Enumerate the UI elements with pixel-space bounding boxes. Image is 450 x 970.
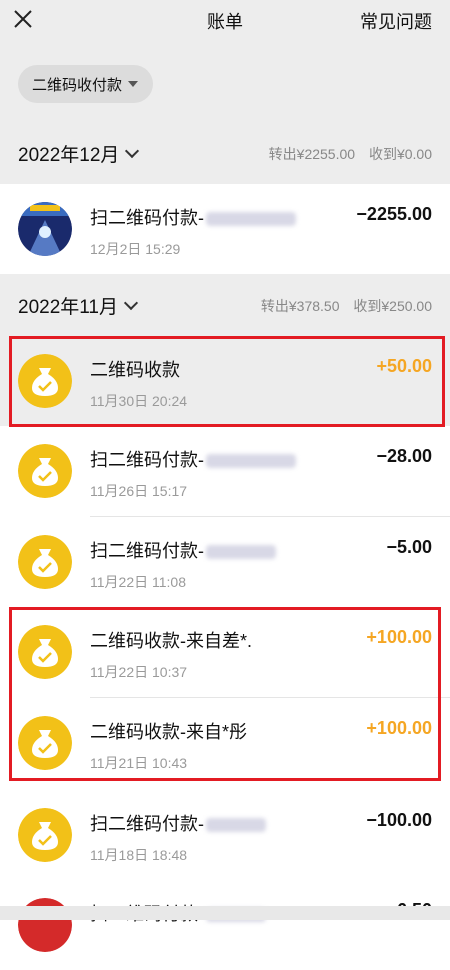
transaction-time: 11月26日 15:17 (90, 483, 188, 499)
transaction-time: 11月18日 18:48 (90, 847, 188, 863)
transaction-row[interactable]: 扫二维码付款- 11月18日 18:48 −100.00 (0, 790, 450, 880)
month-out: 转出¥378.50 (260, 298, 340, 314)
month-in: 收到¥0.00 (368, 146, 432, 162)
month-label: 2022年12月 (18, 145, 120, 166)
faq-link[interactable]: 常见问题 (360, 8, 432, 34)
transaction-row[interactable]: 扫二维码付款- 11月26日 15:17 −28.00 (0, 426, 450, 516)
filter-dropdown[interactable]: 二维码收付款 (18, 65, 153, 103)
transaction-time: 12月2日 15:29 (90, 241, 181, 257)
transaction-amount: −100.00 (366, 810, 432, 830)
chevron-down-icon (125, 143, 140, 158)
transaction-row[interactable]: 扫二维码付款- −6.50 (0, 880, 450, 970)
money-bag-icon (18, 535, 72, 589)
photo-avatar (18, 202, 72, 256)
transaction-row[interactable]: 扫二维码付款- 12月2日 15:29 −2255.00 (0, 184, 450, 274)
month-stats: 转出¥2255.00 收到¥0.00 (259, 144, 432, 164)
money-bag-icon (18, 444, 72, 498)
month-in: 收到¥250.00 (353, 298, 432, 314)
dropdown-triangle-icon (128, 81, 139, 87)
transaction-amount: −28.00 (376, 446, 432, 466)
month-header-dec[interactable]: 2022年12月 转出¥2255.00 收到¥0.00 (0, 122, 450, 184)
bottom-bar (0, 906, 450, 920)
transaction-amount: −5.00 (386, 537, 432, 557)
blurred-text (206, 454, 296, 469)
transaction-name: 扫二维码付款- (90, 541, 204, 561)
top-bar: 账单 常见问题 (0, 0, 450, 38)
filter-label: 二维码收付款 (32, 76, 123, 94)
transaction-amount: −2255.00 (356, 204, 432, 224)
blurred-text (206, 212, 296, 227)
blurred-text (206, 545, 276, 560)
money-bag-icon (18, 808, 72, 862)
month-out: 转出¥2255.00 (268, 146, 356, 162)
chevron-down-icon (123, 295, 139, 310)
blurred-text (206, 818, 266, 833)
filter-bar: 二维码收付款 (0, 38, 450, 122)
highlight-box (9, 336, 445, 427)
transaction-time: 11月22日 11:08 (90, 574, 186, 590)
month-header-nov[interactable]: 2022年11月 转出¥378.50 收到¥250.00 (0, 274, 450, 336)
month-stats: 转出¥378.50 收到¥250.00 (251, 296, 432, 316)
transaction-name: 扫二维码付款- (90, 208, 204, 228)
transaction-name: 扫二维码付款- (90, 814, 204, 834)
month-label: 2022年11月 (18, 297, 118, 318)
highlight-box (9, 607, 441, 781)
transaction-name: 扫二维码付款- (90, 450, 204, 470)
transaction-row[interactable]: 扫二维码付款- 11月22日 11:08 −5.00 (0, 517, 450, 607)
